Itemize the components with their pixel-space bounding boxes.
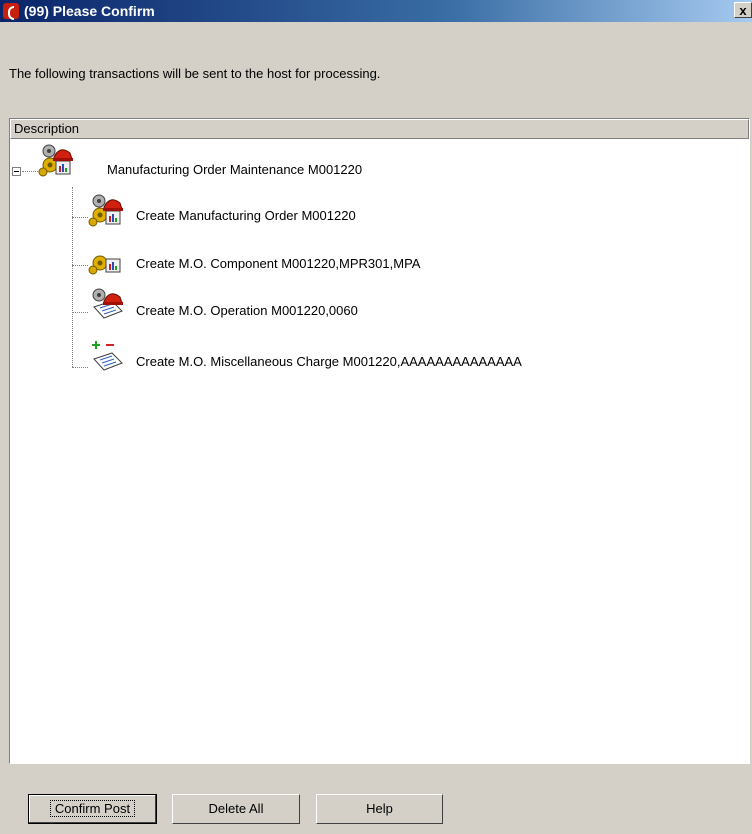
misc-charge-icon <box>92 341 124 373</box>
tree-connector <box>72 187 73 367</box>
component-icon <box>88 241 124 275</box>
tree-node-label: Create M.O. Component M001220,MPR301,MPA <box>136 256 421 271</box>
title-bar[interactable]: (99) Please Confirm x <box>0 0 752 22</box>
window-title: (99) Please Confirm <box>24 3 155 19</box>
tree-node-label: Manufacturing Order Maintenance M001220 <box>107 162 363 177</box>
tree-connector <box>22 171 38 172</box>
delete-all-button[interactable]: Delete All <box>172 794 300 824</box>
collapse-toggle[interactable] <box>12 167 21 176</box>
tree-node-label: Create Manufacturing Order M001220 <box>136 208 356 223</box>
column-header-description[interactable]: Description <box>10 119 749 139</box>
tree-connector <box>72 367 88 368</box>
help-button[interactable]: Help <box>316 794 443 824</box>
tree-node-label: Create M.O. Miscellaneous Charge M001220… <box>136 354 522 369</box>
tree-node-label: Create M.O. Operation M001220,0060 <box>136 303 358 318</box>
confirm-post-button[interactable]: Confirm Post <box>28 794 157 824</box>
tree-connector <box>72 217 88 218</box>
tree-connector <box>72 312 88 313</box>
close-button[interactable]: x <box>734 2 752 18</box>
confirmation-message: The following transactions will be sent … <box>9 66 381 81</box>
tree-connector <box>72 265 88 266</box>
operation-icon <box>88 287 124 321</box>
manufacturing-order-icon <box>38 143 74 177</box>
app-logo-icon <box>3 3 19 20</box>
manufacturing-order-icon <box>88 193 124 227</box>
transaction-tree[interactable]: Description Manufacturing Order Maintena… <box>9 118 750 764</box>
